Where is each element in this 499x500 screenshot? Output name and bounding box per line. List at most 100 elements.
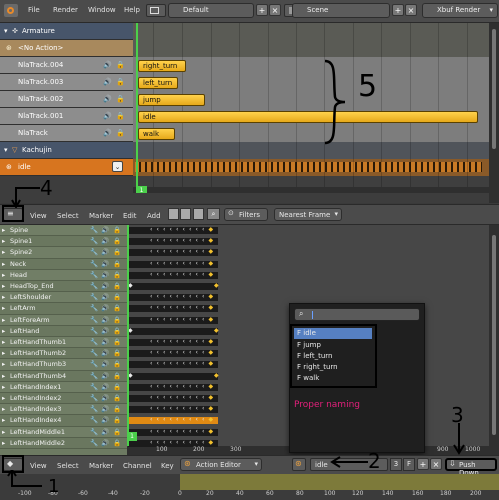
blender-logo-icon[interactable] — [4, 4, 18, 17]
keyframe-marker[interactable]: ‹ — [202, 271, 204, 278]
keyframe-marker[interactable]: ◆ — [209, 260, 214, 267]
lock-icon[interactable]: 🔒 — [113, 427, 121, 438]
keyframe-marker[interactable]: ‹ — [196, 271, 198, 278]
lock-icon[interactable]: 🔒 — [113, 236, 121, 247]
vertical-scrollbar[interactable] — [489, 23, 499, 203]
keyframe-marker[interactable]: ‹ — [189, 316, 191, 323]
wrench-icon[interactable]: 🔧 — [90, 438, 98, 449]
lock-icon[interactable]: 🔒 — [113, 225, 121, 236]
unlink-action-button[interactable]: × — [430, 458, 442, 470]
wrench-icon[interactable]: 🔧 — [90, 247, 98, 258]
wrench-icon[interactable]: 🔧 — [90, 359, 98, 370]
keyframe-marker[interactable]: ‹ — [196, 349, 198, 356]
keyframe-marker[interactable]: ‹ — [150, 338, 152, 345]
menu-help[interactable]: Help — [124, 6, 140, 14]
ghost-curves-icon[interactable] — [193, 208, 204, 220]
keyframe-marker[interactable]: ‹ — [170, 416, 172, 423]
keyframe-marker[interactable]: ‹ — [163, 237, 165, 244]
keyframe-marker[interactable]: ‹ — [170, 316, 172, 323]
speaker-icon[interactable]: 🔊 — [101, 415, 109, 426]
keyframe-summary[interactable] — [128, 260, 218, 268]
menu-file[interactable]: File — [28, 6, 40, 14]
nla-strip[interactable]: left_turn — [138, 77, 178, 89]
keyframe-marker[interactable]: ◆ — [209, 405, 214, 412]
keyframe-marker[interactable]: ‹ — [157, 394, 159, 401]
speaker-icon[interactable]: 🔊 — [101, 359, 109, 370]
add-screen-button[interactable]: + — [256, 4, 268, 16]
keyframe-summary[interactable] — [128, 350, 218, 358]
lock-icon[interactable]: 🔒 — [113, 315, 121, 326]
keyframe-marker[interactable]: ‹ — [163, 293, 165, 300]
keyframe-marker[interactable]: ‹ — [196, 304, 198, 311]
lock-icon[interactable]: 🔒 — [113, 259, 121, 270]
lock-icon[interactable]: 🔒 — [113, 281, 121, 292]
keyframe-marker[interactable]: ‹ — [176, 428, 178, 435]
filters-toggle[interactable]: ⊙ Filters — [224, 208, 268, 221]
keyframe-marker[interactable]: ◆ — [209, 237, 214, 244]
keyframe-marker[interactable]: ‹ — [183, 304, 185, 311]
lock-icon[interactable]: 🔒 — [113, 404, 121, 415]
keyframe-marker[interactable]: ‹ — [196, 405, 198, 412]
keyframe-marker[interactable]: ‹ — [196, 394, 198, 401]
keyframe-marker[interactable]: ‹ — [157, 248, 159, 255]
keyframe-marker[interactable]: ‹ — [196, 416, 198, 423]
keyframe-marker[interactable]: ‹ — [157, 271, 159, 278]
nla-channel-action[interactable]: ⊛ <No Action> — [0, 40, 133, 57]
lock-icon[interactable]: 🔒 — [113, 247, 121, 258]
expand-arrow-icon[interactable]: ▸ — [2, 427, 5, 438]
keyframe-summary[interactable] — [128, 339, 218, 346]
keyframe-marker[interactable]: ‹ — [150, 394, 152, 401]
dopesheet-channel[interactable]: ▸ LeftHandIndex2 🔧 🔊 🔒 — [0, 393, 127, 405]
dopesheet-channel[interactable]: ▸ LeftHandMiddle2 🔧 🔊 🔒 — [0, 437, 127, 449]
keyframe-marker[interactable]: ‹ — [150, 428, 152, 435]
expand-arrow-icon[interactable]: ▸ — [2, 303, 5, 314]
current-frame-indicator[interactable]: 1 — [136, 186, 147, 193]
keyframe-marker[interactable]: ◆ — [209, 293, 214, 300]
keyframe-marker[interactable]: ‹ — [196, 237, 198, 244]
keyframe-marker[interactable]: ‹ — [170, 360, 172, 367]
lock-icon[interactable]: 🔒 — [113, 382, 121, 393]
lock-icon[interactable]: 🔒 — [116, 91, 125, 107]
menu-window[interactable]: Window — [88, 6, 116, 14]
keyframe-marker[interactable]: ‹ — [163, 428, 165, 435]
dopesheet-channel[interactable]: ▸ LeftHandIndex1 🔧 🔊 🔒 — [0, 381, 127, 393]
expand-arrow-icon[interactable]: ▸ — [2, 348, 5, 359]
expand-arrow-icon[interactable]: ▸ — [2, 326, 5, 337]
render-engine-selector[interactable]: Xbuf Render ▾ — [422, 3, 498, 18]
dopesheet-channel[interactable]: ▸ Spine 🔧 🔊 🔒 — [0, 225, 127, 237]
keyframe-marker[interactable]: ‹ — [189, 237, 191, 244]
keyframe-marker[interactable]: ‹ — [157, 338, 159, 345]
keyframe-marker[interactable]: ‹ — [157, 304, 159, 311]
dopesheet-channel[interactable]: ▸ Spine1 🔧 🔊 🔒 — [0, 236, 127, 248]
menu-select[interactable]: Select — [57, 212, 79, 220]
keyframe-marker[interactable]: ‹ — [176, 237, 178, 244]
dopesheet-channel[interactable]: ▸ LeftHandThumb2 🔧 🔊 🔒 — [0, 348, 127, 360]
nla-track[interactable]: NlaTrack 🔊 🔒 — [0, 125, 133, 142]
expand-arrow-icon[interactable]: ▸ — [2, 281, 5, 292]
menu-view[interactable]: View — [30, 212, 47, 220]
keyframe-marker[interactable]: ‹ — [189, 439, 191, 446]
keyframe-summary[interactable] — [128, 395, 218, 402]
keyframe-marker[interactable]: ‹ — [189, 271, 191, 278]
keyframe-marker[interactable]: ‹ — [163, 405, 165, 412]
menu-edit[interactable]: Edit — [123, 212, 137, 220]
keyframe-marker[interactable]: ‹ — [189, 248, 191, 255]
keyframe-marker[interactable]: ‹ — [157, 293, 159, 300]
keyframe-marker[interactable]: ◆ — [209, 428, 214, 435]
speaker-icon[interactable]: 🔊 — [101, 292, 109, 303]
expand-arrow-icon[interactable]: ▸ — [2, 382, 5, 393]
lock-icon[interactable]: 🔒 — [113, 348, 121, 359]
dopesheet-channel[interactable]: ▸ HeadTop_End 🔧 🔊 🔒 — [0, 281, 127, 293]
keyframe-marker[interactable]: ‹ — [196, 293, 198, 300]
keyframe-marker[interactable]: ‹ — [163, 416, 165, 423]
keyframe-marker[interactable]: ‹ — [202, 316, 204, 323]
keyframe-marker[interactable]: ‹ — [176, 439, 178, 446]
keyframe-marker[interactable]: ‹ — [157, 349, 159, 356]
keyframe-summary[interactable] — [128, 316, 218, 324]
lock-icon[interactable]: 🔒 — [113, 337, 121, 348]
speaker-icon[interactable]: 🔊 — [103, 108, 112, 124]
keyframe-marker[interactable]: ‹ — [183, 293, 185, 300]
speaker-icon[interactable]: 🔊 — [103, 74, 112, 90]
action-list-item[interactable]: F jump — [294, 340, 372, 351]
menu-key[interactable]: Key — [161, 462, 174, 470]
